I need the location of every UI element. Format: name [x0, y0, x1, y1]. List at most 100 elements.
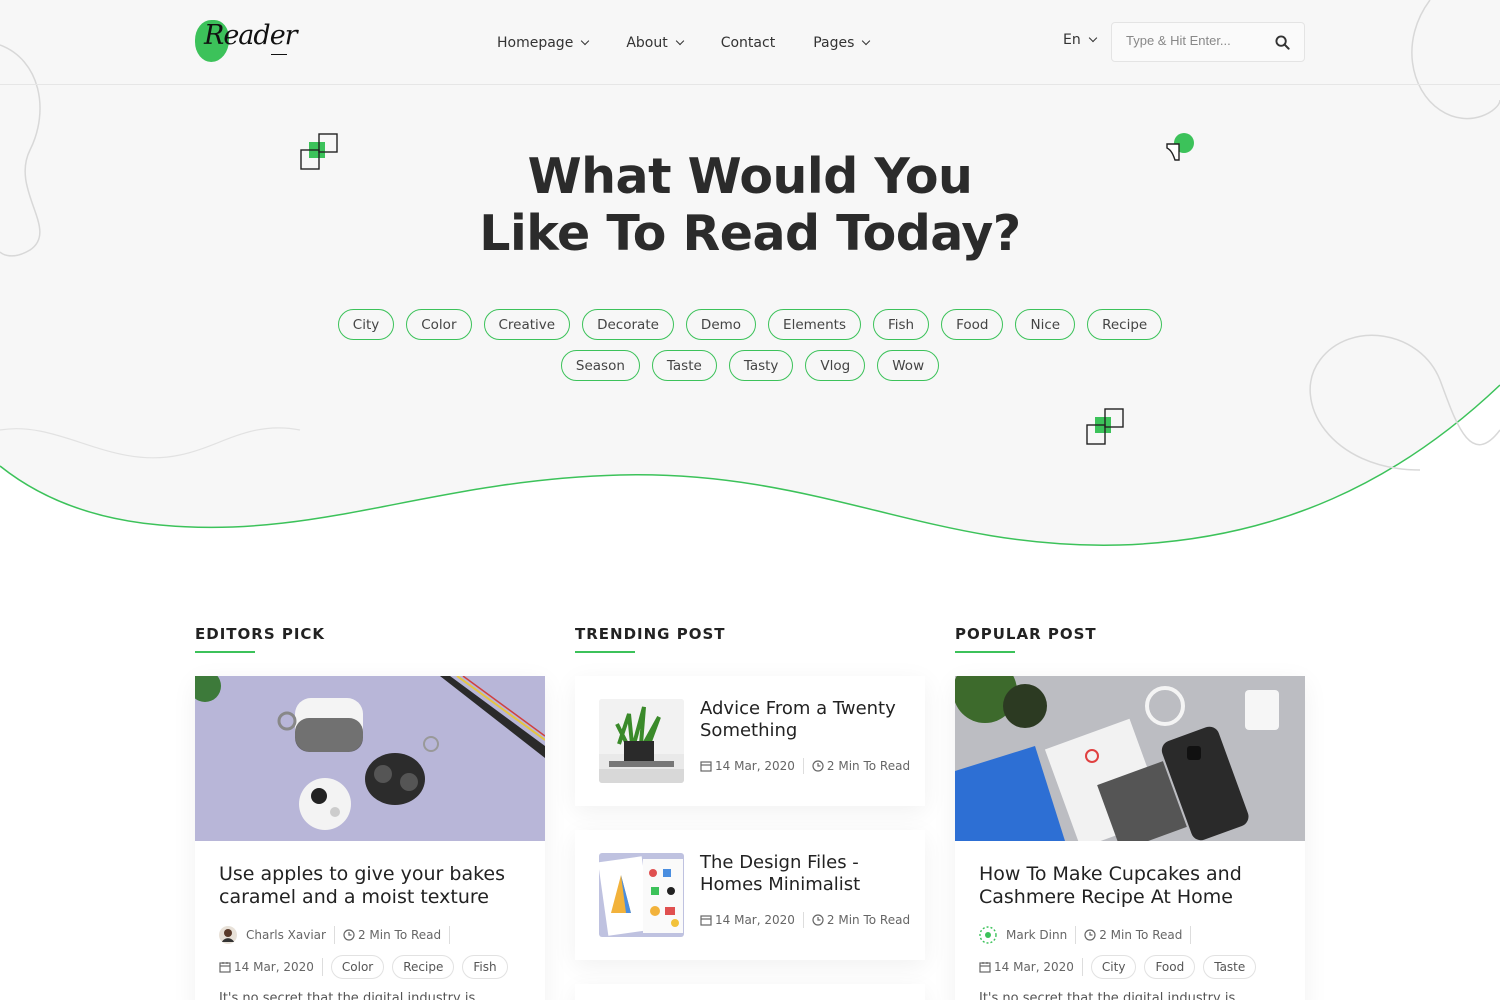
- post-tag[interactable]: Recipe: [392, 955, 455, 979]
- divider: [321, 958, 323, 976]
- tag-pill[interactable]: Season: [560, 350, 640, 381]
- divider: [333, 926, 335, 944]
- divider: [1190, 926, 1192, 944]
- post-meta-tags: 14 Mar, 2020 Color Recipe Fish: [219, 955, 516, 979]
- post-excerpt: It's no secret that the digital industry…: [219, 991, 476, 1000]
- nav-label: Contact: [720, 34, 776, 51]
- search-input[interactable]: [1126, 33, 1276, 48]
- nav-label: Pages: [813, 34, 855, 51]
- tag-pill[interactable]: Wow: [877, 350, 940, 381]
- post-title[interactable]: How To Make Cupcakes and Cashmere Recipe…: [979, 863, 1279, 909]
- deco-squares-icon: [1086, 408, 1124, 445]
- post-tag[interactable]: Color: [330, 955, 385, 979]
- section-underline: [575, 651, 635, 653]
- trending-post-card: The Design Files - Homes Minimalist 14 M…: [575, 830, 925, 960]
- plant-image: [599, 699, 684, 783]
- nav-label: About: [626, 34, 668, 51]
- chevron-down-icon: [1088, 33, 1097, 43]
- clock-icon: [343, 929, 355, 941]
- clock-icon: [812, 760, 824, 772]
- divider: [802, 912, 804, 928]
- tag-pill[interactable]: Tasty: [728, 350, 794, 381]
- trending-post-card: Advice From a Twenty Something 14 Mar, 2…: [575, 676, 925, 806]
- post-date: 14 Mar, 2020: [715, 759, 795, 773]
- tag-pill[interactable]: Color: [406, 309, 472, 340]
- search-box: [1111, 22, 1305, 62]
- post-title[interactable]: Use apples to give your bakes caramel an…: [219, 863, 519, 909]
- tag-pill[interactable]: Decorate: [582, 309, 674, 340]
- main-nav: Homepage About Contact Pages: [497, 0, 907, 85]
- clock-icon: [812, 914, 824, 926]
- logo-text: Reader: [204, 20, 298, 51]
- post-meta: Charls Xaviar 2 Min To Read: [219, 926, 458, 944]
- post-tag[interactable]: City: [1090, 955, 1137, 979]
- post-meta-tags: 14 Mar, 2020 City Food Taste: [979, 955, 1264, 979]
- avatar: [219, 926, 237, 944]
- tag-pill[interactable]: Vlog: [805, 350, 866, 381]
- tag-pill[interactable]: Recipe: [1087, 309, 1163, 340]
- tag-pill[interactable]: Nice: [1015, 309, 1076, 340]
- tag-pill[interactable]: Demo: [685, 309, 757, 340]
- trending-post-card: [575, 984, 925, 1000]
- nav-item-homepage[interactable]: Homepage: [497, 34, 590, 51]
- post-date: 14 Mar, 2020: [234, 960, 314, 974]
- earbuds-image: [195, 676, 545, 841]
- post-tag[interactable]: Food: [1144, 955, 1196, 979]
- post-date: 14 Mar, 2020: [994, 960, 1074, 974]
- popular-post-card: How To Make Cupcakes and Cashmere Recipe…: [955, 676, 1305, 1000]
- calendar-icon: [700, 915, 712, 926]
- read-time: 2 Min To Read: [357, 928, 442, 942]
- chevron-down-icon: [862, 36, 871, 45]
- phones-image: [955, 676, 1305, 841]
- post-meta: 14 Mar, 2020 2 Min To Read: [700, 758, 910, 774]
- tag-cloud-row2: Season Taste Tasty Vlog Wow: [0, 350, 1500, 381]
- post-thumbnail[interactable]: [599, 853, 684, 937]
- hero-title: What Would You Like To Read Today?: [0, 148, 1500, 262]
- calendar-icon: [219, 962, 231, 973]
- tag-pill[interactable]: Creative: [483, 309, 571, 340]
- site-logo[interactable]: Reader: [195, 18, 300, 68]
- calendar-icon: [979, 962, 991, 973]
- nav-item-contact[interactable]: Contact: [721, 35, 775, 51]
- divider: [449, 926, 451, 944]
- popular-post-heading: POPULAR POST: [955, 625, 1097, 643]
- author-name[interactable]: Mark Dinn: [1006, 928, 1067, 942]
- editors-pick-heading: EDITORS PICK: [195, 625, 326, 643]
- editors-pick-card: Use apples to give your bakes caramel an…: [195, 676, 545, 1000]
- trending-post-heading: TRENDING POST: [575, 625, 726, 643]
- post-meta: Mark Dinn 2 Min To Read: [979, 926, 1199, 944]
- language-selector[interactable]: En: [1063, 32, 1097, 48]
- post-date: 14 Mar, 2020: [715, 913, 795, 927]
- read-time: 2 Min To Read: [826, 913, 911, 927]
- post-tag[interactable]: Fish: [462, 955, 508, 979]
- divider: [1075, 926, 1077, 944]
- post-image[interactable]: [195, 676, 545, 841]
- author-name[interactable]: Charls Xaviar: [246, 928, 326, 942]
- tag-pill[interactable]: Taste: [651, 350, 717, 381]
- tag-pill[interactable]: Fish: [872, 309, 930, 340]
- post-title[interactable]: The Design Files - Homes Minimalist: [700, 852, 910, 896]
- section-underline: [955, 651, 1015, 653]
- nav-item-pages[interactable]: Pages: [813, 34, 871, 51]
- divider: [1081, 958, 1083, 976]
- design-image: [599, 853, 684, 937]
- nav-item-about[interactable]: About: [626, 34, 684, 51]
- calendar-icon: [700, 761, 712, 772]
- post-thumbnail[interactable]: [599, 699, 684, 783]
- post-image[interactable]: [955, 676, 1305, 841]
- clock-icon: [1084, 929, 1096, 941]
- section-underline: [195, 651, 255, 653]
- tag-cloud-row1: City Color Creative Decorate Demo Elemen…: [0, 309, 1500, 340]
- chevron-down-icon: [581, 36, 590, 45]
- hero-title-line2: Like To Read Today?: [479, 205, 1021, 262]
- read-time: 2 Min To Read: [826, 759, 911, 773]
- post-title[interactable]: Advice From a Twenty Something: [700, 698, 910, 742]
- read-time: 2 Min To Read: [1099, 928, 1183, 942]
- search-icon[interactable]: [1275, 35, 1290, 50]
- tag-pill[interactable]: Elements: [768, 309, 861, 340]
- post-tag[interactable]: Taste: [1203, 955, 1257, 979]
- language-label: En: [1063, 32, 1081, 48]
- tag-pill[interactable]: City: [337, 309, 395, 340]
- nav-label: Homepage: [497, 34, 574, 51]
- tag-pill[interactable]: Food: [941, 309, 1004, 340]
